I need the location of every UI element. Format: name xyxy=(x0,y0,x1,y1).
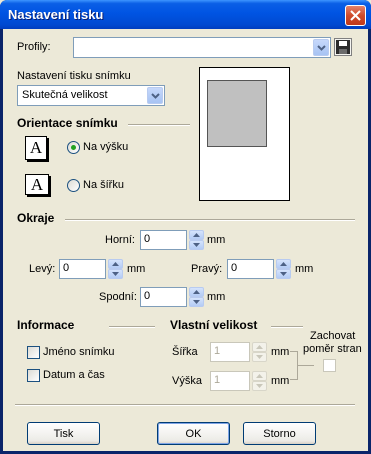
spin-up-button[interactable] xyxy=(252,371,267,381)
width-unit: mm xyxy=(271,346,290,358)
save-profile-button[interactable] xyxy=(334,38,352,56)
spin-up-button[interactable] xyxy=(252,342,267,352)
custom-size-title: Vlastní velikost xyxy=(170,318,258,332)
margins-title: Okraje xyxy=(17,211,55,225)
arrow-up-icon xyxy=(256,345,263,349)
portrait-radio[interactable] xyxy=(67,141,80,154)
preview-image-area xyxy=(207,80,267,147)
close-button[interactable] xyxy=(345,5,366,26)
portrait-label[interactable]: Na výšku xyxy=(83,141,128,153)
portrait-page-icon: A xyxy=(25,136,47,160)
date-time-label[interactable]: Datum a čas xyxy=(43,369,105,381)
margin-bottom-label: Spodní: xyxy=(99,291,137,303)
title-bar[interactable]: Nastavení tisku xyxy=(0,0,371,29)
spin-down-button[interactable] xyxy=(189,240,204,250)
image-name-label[interactable]: Jméno snímku xyxy=(43,346,115,358)
arrow-down-icon xyxy=(256,384,263,388)
margin-right-spinner[interactable] xyxy=(276,259,291,279)
landscape-radio[interactable] xyxy=(67,179,80,192)
info-title: Informace xyxy=(17,318,75,332)
arrow-up-icon xyxy=(193,233,200,237)
margin-right-input[interactable]: 0 xyxy=(227,259,274,279)
orientation-title: Orientace snímku xyxy=(17,116,118,130)
profiles-dropdown-button[interactable] xyxy=(313,39,329,56)
height-label: Výška xyxy=(172,375,202,387)
spin-up-button[interactable] xyxy=(276,259,291,269)
keep-ratio-label-1: Zachovat xyxy=(310,330,356,342)
spin-up-button[interactable] xyxy=(108,259,123,269)
print-size-combo[interactable]: Skutečná velikost xyxy=(17,85,165,106)
margin-right-label: Pravý: xyxy=(191,263,223,275)
close-icon xyxy=(350,10,361,21)
image-name-checkbox[interactable] xyxy=(27,346,40,359)
arrow-down-icon xyxy=(256,355,263,359)
spin-down-button[interactable] xyxy=(252,352,267,362)
date-time-checkbox[interactable] xyxy=(27,369,40,382)
margins-separator xyxy=(65,219,355,221)
height-unit: mm xyxy=(271,375,290,387)
page-preview xyxy=(199,67,290,201)
keep-ratio-label-2: poměr stran xyxy=(303,343,362,355)
spin-down-button[interactable] xyxy=(189,297,204,307)
print-settings-label: Nastavení tisku snímku xyxy=(17,70,131,82)
chevron-down-icon xyxy=(150,92,160,99)
margin-bottom-unit: mm xyxy=(207,291,226,303)
width-input[interactable]: 1 xyxy=(210,342,250,362)
spin-down-button[interactable] xyxy=(108,269,123,279)
landscape-page-icon: A xyxy=(25,174,49,195)
height-input[interactable]: 1 xyxy=(210,371,250,391)
arrow-up-icon xyxy=(280,262,287,266)
cancel-button[interactable]: Storno xyxy=(243,422,316,445)
spin-down-button[interactable] xyxy=(276,269,291,279)
ok-button[interactable]: OK xyxy=(157,422,230,445)
spin-up-button[interactable] xyxy=(189,287,204,297)
arrow-down-icon xyxy=(193,243,200,247)
margin-bottom-input[interactable]: 0 xyxy=(140,287,187,307)
ratio-link-line xyxy=(298,365,314,366)
profiles-label: Profily: xyxy=(17,41,51,53)
margin-top-input[interactable]: 0 xyxy=(140,230,187,250)
ratio-link-bracket xyxy=(290,351,298,380)
margin-top-label: Horní: xyxy=(105,234,135,246)
spin-down-button[interactable] xyxy=(252,381,267,391)
height-spinner[interactable] xyxy=(252,371,267,391)
width-spinner[interactable] xyxy=(252,342,267,362)
landscape-label[interactable]: Na šířku xyxy=(83,179,124,191)
margin-left-label: Levý: xyxy=(29,263,56,275)
arrow-up-icon xyxy=(112,262,119,266)
margin-right-unit: mm xyxy=(295,263,314,275)
keep-ratio-checkbox[interactable] xyxy=(323,359,336,372)
spin-up-button[interactable] xyxy=(189,230,204,240)
print-button[interactable]: Tisk xyxy=(27,422,100,445)
arrow-down-icon xyxy=(112,272,119,276)
margin-bottom-spinner[interactable] xyxy=(189,287,204,307)
width-label: Šířka xyxy=(172,346,198,358)
custom-size-separator xyxy=(271,326,303,328)
margin-top-spinner[interactable] xyxy=(189,230,204,250)
arrow-down-icon xyxy=(280,272,287,276)
profiles-combo[interactable] xyxy=(73,37,331,58)
info-separator xyxy=(109,326,155,328)
margin-left-input[interactable]: 0 xyxy=(59,259,106,279)
margin-top-unit: mm xyxy=(207,234,226,246)
orientation-separator xyxy=(128,124,190,126)
window-title: Nastavení tisku xyxy=(8,7,104,22)
arrow-up-icon xyxy=(193,290,200,294)
arrow-down-icon xyxy=(193,300,200,304)
dialog-body: Profily: Nastavení tisku snímku Skutečná… xyxy=(3,29,368,451)
print-settings-dialog: Nastavení tisku Profily: Nastavení tisku… xyxy=(0,0,371,454)
margin-left-spinner[interactable] xyxy=(108,259,123,279)
save-icon xyxy=(336,40,350,54)
print-size-value: Skutečná velikost xyxy=(22,89,108,101)
chevron-down-icon xyxy=(316,44,326,51)
bottom-separator xyxy=(15,404,355,406)
margin-left-unit: mm xyxy=(127,263,146,275)
print-size-dropdown-button[interactable] xyxy=(147,87,163,104)
arrow-up-icon xyxy=(256,374,263,378)
